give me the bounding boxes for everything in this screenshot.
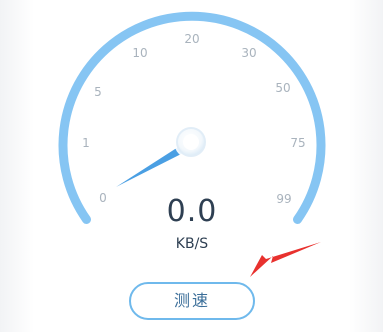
tick-label-1: 1 — [82, 136, 90, 150]
red-arrow-annotation — [250, 242, 321, 277]
tick-label-75: 75 — [290, 136, 305, 150]
tick-label-99: 99 — [276, 192, 291, 206]
speed-unit: KB/S — [175, 236, 209, 252]
speed-value: 0.0 — [166, 194, 218, 229]
tick-label-30: 30 — [241, 46, 256, 60]
tick-label-50: 50 — [275, 81, 290, 95]
needle-hub — [174, 125, 208, 159]
speed-test-panel: 0 1 5 10 20 30 50 75 99 0.0 KB/S 测速 — [0, 0, 383, 332]
tick-label-20: 20 — [184, 32, 199, 46]
gauge-arc — [58, 11, 326, 224]
tick-label-5: 5 — [94, 85, 102, 99]
tick-label-0: 0 — [99, 191, 107, 205]
speed-test-button[interactable]: 测速 — [129, 282, 255, 320]
tick-label-10: 10 — [132, 46, 147, 60]
